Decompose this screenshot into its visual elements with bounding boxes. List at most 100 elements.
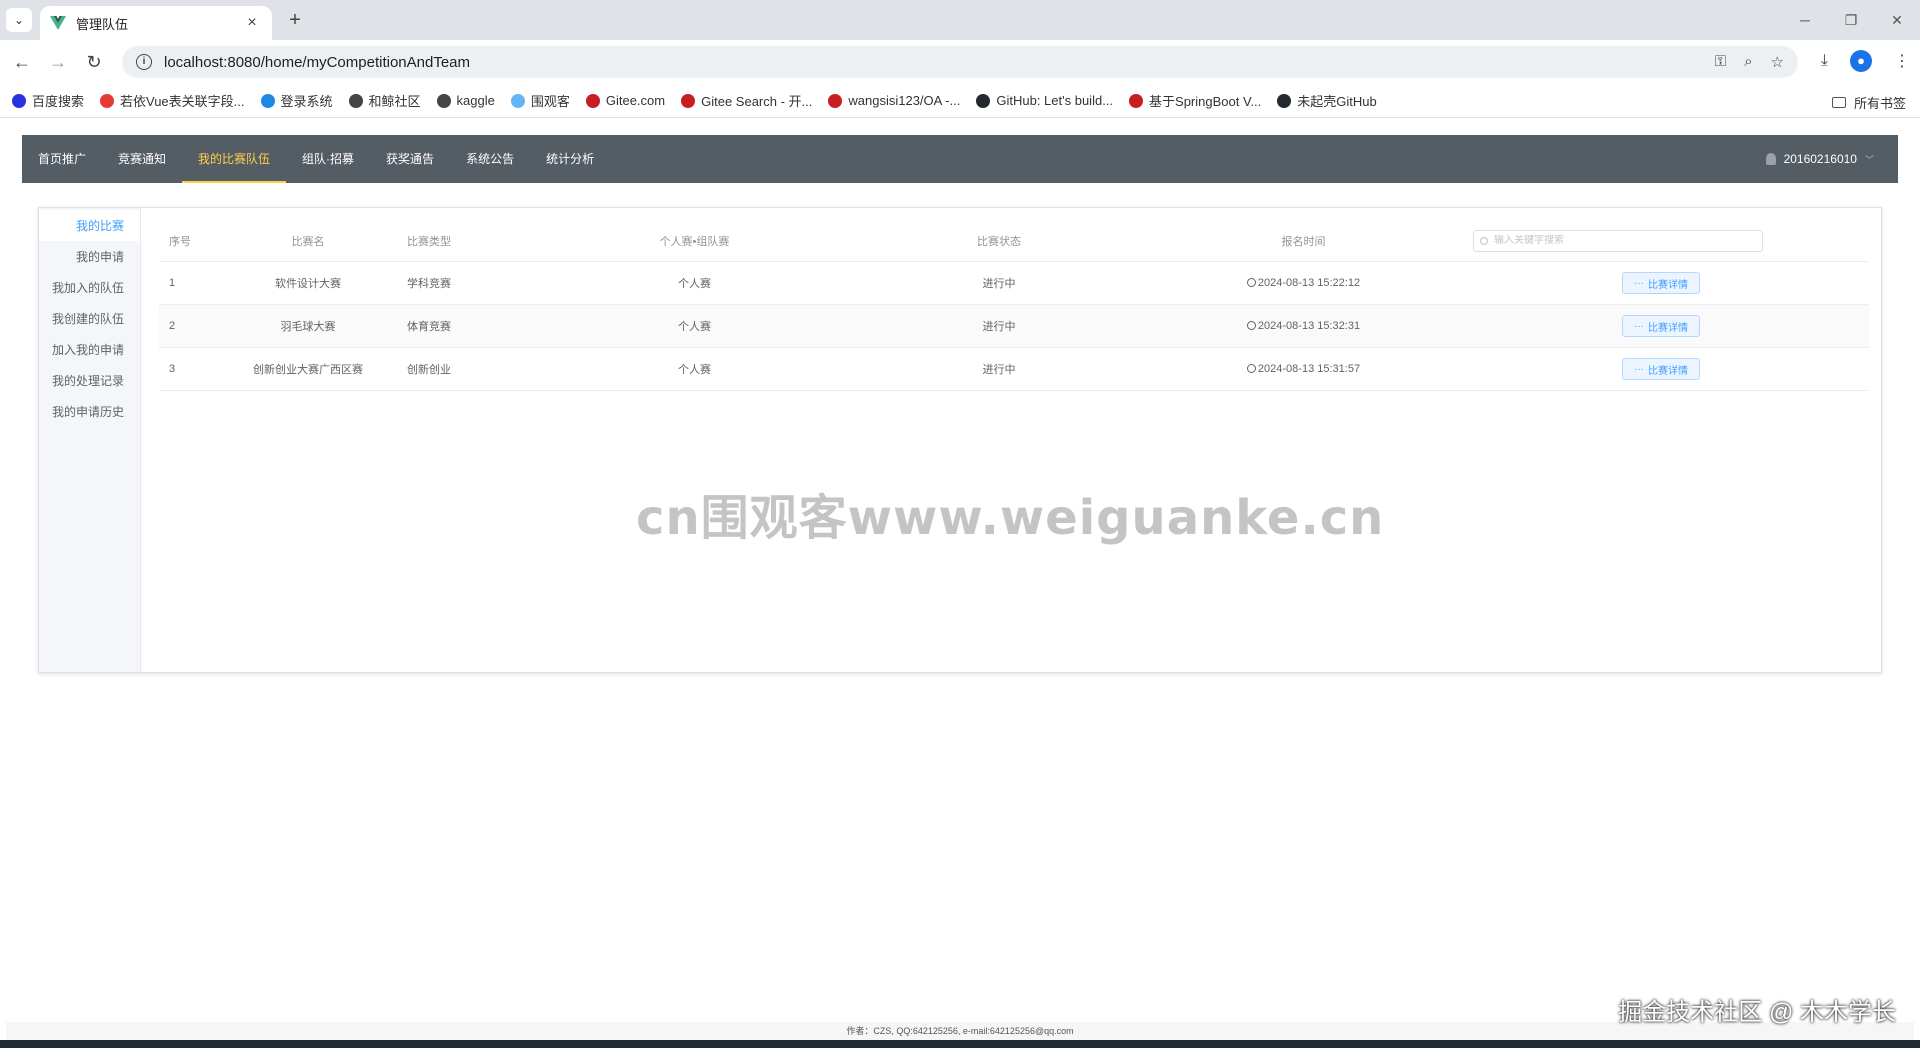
- side-menu-item[interactable]: 加入我的申请: [39, 334, 140, 365]
- side-menu-item[interactable]: 我加入的队伍: [39, 272, 140, 303]
- cell-name: 软件设计大赛: [275, 278, 341, 290]
- search-icon: [1480, 236, 1488, 245]
- new-tab-button[interactable]: +: [282, 8, 308, 32]
- user-name: 20160216010: [1783, 152, 1857, 166]
- competition-detail-button[interactable]: ··· 比赛详情: [1622, 272, 1700, 294]
- header-type: 比赛类型: [407, 235, 451, 248]
- time-text: 2024-08-13 15:31:57: [1257, 363, 1361, 375]
- table-row: 2 羽毛球大赛 体育竞赛 个人赛 进行中 2024-08-13 15:32:31 ··· 比赛…: [159, 305, 1869, 348]
- bookmark-item[interactable]: 基于SpringBoot V...: [1129, 91, 1261, 110]
- cell-operation: ··· 比赛详情: [1461, 358, 1861, 380]
- top-nav-menu: 首页推广 竞赛通知 我的比赛队伍 组队·招募 获奖通告 系统公告 统计分析 20160216…: [22, 135, 1898, 183]
- nav-item[interactable]: 系统公告: [450, 135, 530, 183]
- bookmark-label: wangsisi123/OA -...: [848, 93, 961, 108]
- cell-status: 进行中: [982, 321, 1016, 333]
- bookmark-item[interactable]: Gitee.com: [585, 93, 665, 108]
- bookmark-favicon-icon: [510, 93, 525, 108]
- bookmark-item[interactable]: 和鲸社区: [348, 91, 421, 110]
- side-menu: 我的比赛 我的申请 我加入的队伍 我创建的队伍 加入我的申请 我的处理记录 我的申请历史: [39, 208, 141, 672]
- search-input[interactable]: [1494, 235, 1744, 246]
- bookmark-favicon-icon: [348, 93, 363, 108]
- bookmark-item[interactable]: kaggle: [436, 93, 495, 108]
- bookmark-item[interactable]: 登录系统: [260, 91, 333, 110]
- header-time: 报名时间: [1281, 235, 1326, 248]
- bookmark-favicon-icon: [681, 93, 696, 108]
- bookmark-item[interactable]: GitHub: Let's build...: [976, 93, 1113, 108]
- folder-icon: [1831, 97, 1846, 108]
- vue-logo-icon: [50, 16, 66, 30]
- all-bookmarks-button[interactable]: 所有书签: [1831, 93, 1906, 112]
- minimize-icon[interactable]: ─: [1782, 0, 1828, 40]
- bookmark-favicon-icon: [585, 93, 600, 108]
- nav-item[interactable]: 获奖通告: [370, 135, 450, 183]
- browser-tab-active[interactable]: 管理队伍 ×: [40, 6, 272, 40]
- bookmark-label: 若依Vue表关联字段...: [120, 94, 245, 109]
- cell-type: 体育竞赛: [407, 321, 451, 333]
- close-tab-icon[interactable]: ×: [242, 14, 262, 32]
- forward-arrow-icon[interactable]: →: [46, 50, 70, 74]
- taskbar-strip: [0, 1040, 1920, 1048]
- table-body: 1 软件设计大赛 学科竞赛 个人赛 进行中 2024-08-13 15:22:12 ··· 比…: [159, 262, 1869, 391]
- nav-item[interactable]: 我的比赛队伍: [182, 135, 287, 183]
- bookmark-label: GitHub: Let's build...: [996, 93, 1114, 108]
- chevron-down-icon: ﹀: [1864, 154, 1874, 165]
- profile-avatar-icon[interactable]: ●: [1850, 50, 1872, 72]
- cell-operation: ··· 比赛详情: [1461, 315, 1861, 337]
- competition-table: 序号 比赛名 比赛类型 个人赛•组队赛 比赛状态 报名时间 1 软件设计大赛 学科竞…: [159, 220, 1869, 391]
- side-menu-item[interactable]: 我的处理记录: [39, 365, 140, 396]
- bookmark-item[interactable]: 围观客: [510, 91, 570, 110]
- side-menu-item[interactable]: 我的比赛: [39, 210, 140, 241]
- zoom-icon[interactable]: ⌕: [1744, 53, 1752, 71]
- bookmark-item[interactable]: 若依Vue表关联字段...: [100, 91, 245, 110]
- corner-watermark: 掘金技术社区 @ 木木学长: [1618, 999, 1896, 1026]
- detail-button-label: 比赛详情: [1648, 365, 1688, 377]
- browser-toolbar: ← → ↻ i localhost:8080/home/myCompetitio…: [0, 40, 1920, 84]
- bookmark-favicon-icon: [436, 93, 451, 108]
- url-text[interactable]: localhost:8080/home/myCompetitionAndTeam: [164, 54, 1715, 71]
- nav-item[interactable]: 首页推广: [22, 135, 102, 183]
- bookmark-label: 围观客: [530, 94, 570, 109]
- cell-no: 3: [169, 363, 176, 375]
- password-key-icon[interactable]: ⚿: [1715, 53, 1726, 71]
- bookmark-label: 登录系统: [280, 94, 333, 109]
- detail-button-label: 比赛详情: [1648, 279, 1688, 291]
- cell-type: 创新创业: [407, 364, 451, 376]
- header-search: [1461, 229, 1763, 252]
- more-icon: ···: [1634, 277, 1644, 289]
- bookmark-favicon-icon: [12, 93, 26, 108]
- nav-item[interactable]: 统计分析: [530, 135, 610, 183]
- bookmark-favicon-icon: [1277, 93, 1292, 108]
- menu-kebab-icon[interactable]: ⋮: [1894, 51, 1910, 71]
- restore-icon[interactable]: ❐: [1828, 0, 1874, 40]
- nav-item[interactable]: 组队·招募: [286, 135, 370, 183]
- bookmark-item[interactable]: 百度搜索: [12, 91, 84, 110]
- side-menu-item[interactable]: 我创建的队伍: [39, 303, 140, 334]
- address-bar[interactable]: i localhost:8080/home/myCompetitionAndTe…: [122, 46, 1798, 78]
- bookmark-label: kaggle: [456, 93, 495, 108]
- download-icon[interactable]: ⤓: [1821, 52, 1828, 70]
- cell-status: 进行中: [982, 364, 1016, 376]
- side-menu-item[interactable]: 我的申请: [39, 241, 140, 272]
- competition-detail-button[interactable]: ··· 比赛详情: [1622, 358, 1700, 380]
- bookmark-label: 未起壳GitHub: [1297, 94, 1377, 109]
- bookmark-favicon-icon: [1129, 93, 1144, 108]
- tab-search-button[interactable]: ⌄: [6, 8, 32, 32]
- back-arrow-icon[interactable]: ←: [10, 50, 34, 74]
- search-field[interactable]: [1473, 229, 1763, 252]
- bookmark-star-icon[interactable]: ☆: [1771, 53, 1784, 71]
- close-window-icon[interactable]: ✕: [1874, 0, 1920, 40]
- bookmark-label: 基于SpringBoot V...: [1149, 94, 1262, 109]
- bookmark-item[interactable]: Gitee Search - 开...: [681, 91, 812, 110]
- table-row: 1 软件设计大赛 学科竞赛 个人赛 进行中 2024-08-13 15:22:12 ··· 比…: [159, 262, 1869, 305]
- site-info-icon[interactable]: i: [136, 54, 152, 70]
- bookmark-item[interactable]: wangsisi123/OA -...: [828, 93, 960, 108]
- bookmark-item[interactable]: 未起壳GitHub: [1277, 91, 1377, 110]
- nav-item[interactable]: 竞赛通知: [102, 135, 182, 183]
- reload-icon[interactable]: ↻: [82, 50, 106, 74]
- bookmark-favicon-icon: [260, 93, 275, 108]
- bookmark-label: 百度搜索: [32, 94, 85, 109]
- competition-detail-button[interactable]: ··· 比赛详情: [1622, 315, 1700, 337]
- user-dropdown[interactable]: 20160216010 ﹀: [1765, 135, 1874, 183]
- side-menu-item[interactable]: 我的申请历史: [39, 396, 140, 427]
- browser-tab-bar: ⌄ 管理队伍 × + ─ ❐ ✕: [0, 0, 1920, 40]
